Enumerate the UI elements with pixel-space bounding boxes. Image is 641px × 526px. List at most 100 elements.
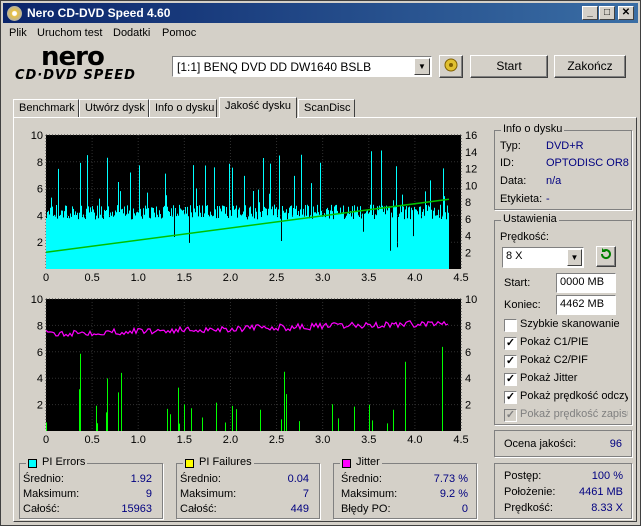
menu-run-test[interactable]: Uruchom test (37, 27, 102, 39)
position-label: Położenie: (504, 486, 556, 498)
speed-select[interactable]: 8 X ▼ (502, 247, 584, 268)
nero-logo: nero CD·DVD SPEED (11, 42, 161, 86)
pif-total-value: 449 (290, 503, 309, 515)
position-value: 4461 MB (578, 486, 623, 498)
refresh-drive-button[interactable] (439, 55, 463, 78)
y-left-tick-label: 2 (37, 237, 43, 249)
show-c1-pie-label: Pokaż C1/PIE (520, 336, 589, 348)
show-jitter-label: Pokaż Jitter (520, 372, 578, 384)
menu-bar: Plik Uruchom test Dodatki Pomoc (3, 24, 638, 42)
y-right-tick-label: 4 (465, 231, 471, 243)
menu-file[interactable]: Plik (9, 27, 27, 39)
stop-button[interactable]: Zakończ (554, 55, 626, 78)
pif-max-label: Maksimum: (180, 488, 237, 500)
quality-label: Ocena jakości: (504, 438, 577, 450)
minimize-button[interactable]: _ (582, 6, 598, 20)
drive-select-value: [1:1] BENQ DVD DD DW1640 BSLB (177, 60, 372, 74)
jitter-max-label: Maksimum: (341, 488, 398, 500)
app-window: Nero CD-DVD Speed 4.60 _ □ ✕ Plik Urucho… (0, 0, 641, 526)
pif-total-label: Całość: (180, 503, 217, 515)
drive-select[interactable]: [1:1] BENQ DVD DD DW1640 BSLB ▼ (172, 56, 432, 77)
x-tick-label: 1.0 (131, 434, 146, 446)
show-read-speed-label: Pokaż prędkość odczytu (520, 390, 628, 402)
show-write-speed-checkbox: ✓ (504, 409, 517, 422)
disc-date-value: n/a (546, 175, 562, 187)
y-right-tick-label: 6 (465, 214, 471, 226)
y-right-tick-label: 8 (465, 320, 471, 332)
jitter-avg-value: 7.73 % (433, 473, 468, 485)
pif-avg-label: Średnio: (180, 473, 221, 485)
y-right-tick-label: 10 (465, 294, 477, 306)
show-c1-pie-checkbox[interactable]: ✓ (504, 337, 517, 350)
pie-total-label: Całość: (23, 503, 60, 515)
read-speed-label: Prędkość: (504, 502, 553, 514)
y-left-tick-label: 8 (37, 320, 43, 332)
disc-tags-label: Etykieta: (500, 193, 543, 205)
show-read-speed-checkbox[interactable]: ✓ (504, 391, 517, 404)
pi-failures-chart: 0 0.5 1.0 1.5 2.0 2.5 3.0 3.5 4.0 4.5 10 8 6 4 2 10 8 6 4 2 (31, 294, 478, 446)
tab-scandisc[interactable]: ScanDisc (298, 99, 355, 117)
x-tick-label: 4.0 (407, 434, 422, 446)
disc-info-group: Info o dysku Typ: DVD+R ID: OPTODISC OR8… (494, 123, 632, 210)
y-left-tick-label: 6 (37, 184, 43, 196)
chevron-down-icon[interactable]: ▼ (414, 58, 430, 75)
x-tick-label: 3.5 (361, 434, 376, 446)
disc-tags-value: - (546, 193, 550, 205)
logo-cd-dvd-speed: CD·DVD SPEED (15, 68, 136, 83)
y-right-tick-label: 12 (465, 164, 477, 176)
disc-type-label: Typ: (500, 140, 521, 152)
close-button[interactable]: ✕ (618, 6, 634, 20)
pi-errors-group: PI Errors Średnio: 1.92 Maksimum: 9 Cało… (19, 456, 163, 519)
pi-errors-chart: 0 0.5 1.0 1.5 2.0 2.5 3.0 3.5 4.0 4.5 10 8 6 4 2 16 14 12… (31, 130, 478, 284)
quick-scan-checkbox[interactable] (504, 319, 517, 332)
pie-avg-label: Średnio: (23, 473, 64, 485)
x-tick-label: 2.5 (269, 434, 284, 446)
show-write-speed-label: Pokaż prędkość zapisu (520, 408, 628, 420)
pie-max-label: Maksimum: (23, 488, 80, 500)
tab-create-disc[interactable]: Utwórz dysk (79, 99, 149, 117)
show-c2-pif-checkbox[interactable]: ✓ (504, 355, 517, 368)
x-tick-label: 0 (43, 434, 49, 446)
menu-help[interactable]: Pomoc (162, 27, 196, 39)
speed-select-value: 8 X (506, 250, 523, 262)
start-input[interactable]: 0000 MB (556, 273, 616, 293)
refresh-icon (600, 248, 611, 260)
settings-title: Ustawienia (501, 213, 559, 225)
menu-extras[interactable]: Dodatki (113, 27, 150, 39)
pi-failures-swatch (185, 459, 194, 468)
po-errors-label: Błędy PO: (341, 503, 391, 515)
pif-avg-value: 0.04 (287, 473, 309, 485)
tab-benchmark[interactable]: Benchmark (13, 99, 79, 117)
disc-date-label: Data: (500, 175, 527, 187)
chevron-down-icon[interactable]: ▼ (567, 249, 582, 266)
title-bar: Nero CD-DVD Speed 4.60 _ □ ✕ (3, 3, 638, 23)
progress-label: Postęp: (504, 470, 542, 482)
y-right-tick-label: 16 (465, 130, 477, 142)
pi-failures-group: PI Failures Średnio: 0.04 Maksimum: 7 Ca… (176, 456, 320, 519)
y-right-tick-label: 2 (465, 400, 471, 412)
end-input[interactable]: 4462 MB (556, 295, 616, 315)
x-tick-label: 1.5 (177, 434, 192, 446)
tab-disc-info[interactable]: Info o dysku (149, 99, 217, 117)
disc-type-value: DVD+R (546, 140, 584, 152)
quality-value: 96 (609, 438, 622, 450)
pie-max-value: 9 (145, 488, 152, 500)
x-tick-label: 2.0 (223, 272, 238, 284)
x-tick-label: 3.0 (315, 272, 330, 284)
show-c2-pif-label: Pokaż C2/PIF (520, 354, 588, 366)
x-tick-label: 3.5 (361, 272, 376, 284)
y-right-tick-label: 8 (465, 197, 471, 209)
show-jitter-checkbox[interactable]: ✓ (504, 373, 517, 386)
y-left-tick-label: 10 (31, 294, 43, 306)
x-tick-label: 4.0 (407, 272, 422, 284)
x-tick-label: 0.5 (84, 272, 99, 284)
x-tick-label: 1.0 (131, 272, 146, 284)
pi-errors-swatch (28, 459, 37, 468)
refresh-speed-button[interactable] (596, 246, 616, 267)
y-right-tick-label: 2 (465, 247, 471, 259)
x-tick-label: 3.0 (315, 434, 330, 446)
maximize-button[interactable]: □ (599, 6, 615, 20)
start-button[interactable]: Start (470, 55, 548, 78)
tab-disc-quality[interactable]: Jakość dysku (219, 97, 297, 118)
x-tick-label: 0.5 (84, 434, 99, 446)
